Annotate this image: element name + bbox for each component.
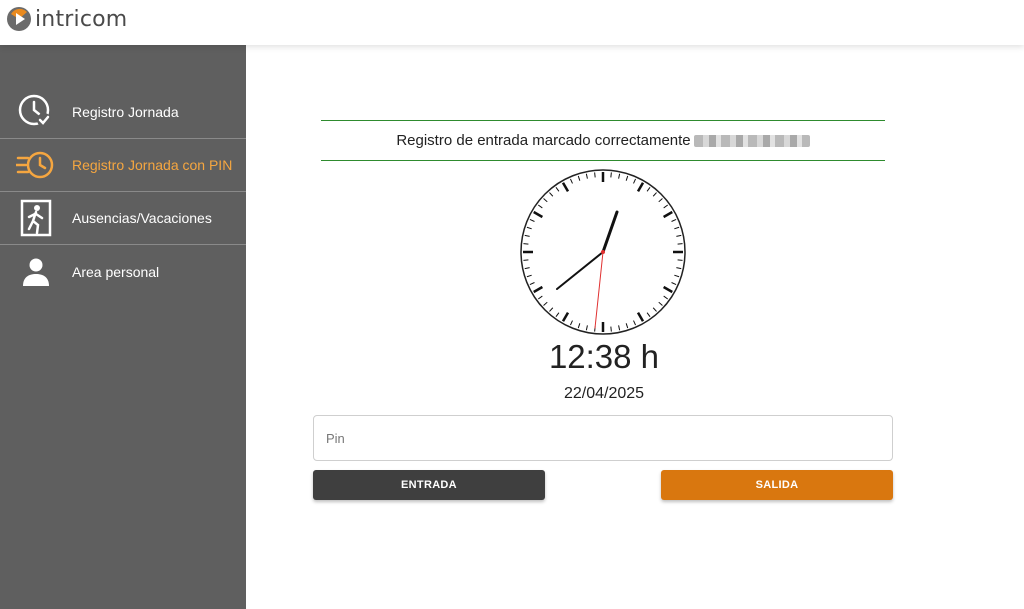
- entrada-button[interactable]: ENTRADA: [313, 470, 545, 500]
- pin-input[interactable]: [313, 415, 893, 461]
- fast-clock-icon: [0, 139, 72, 192]
- person-icon: [0, 245, 72, 298]
- sidebar-item-label: Registro Jornada con PIN: [72, 157, 233, 173]
- sidebar-item-area-personal[interactable]: Area personal: [0, 245, 246, 298]
- sidebar-item-ausencias[interactable]: Ausencias/Vacaciones: [0, 192, 246, 245]
- brand-name: intricom: [35, 6, 128, 32]
- logo-mark-icon: [7, 7, 31, 31]
- sidebar-item-label: Area personal: [72, 263, 160, 280]
- clock-check-icon: [0, 86, 72, 139]
- minute-tick: [594, 172, 596, 178]
- current-date: 22/04/2025: [563, 385, 645, 402]
- success-message: Registro de entrada marcado correctament…: [321, 120, 885, 161]
- success-message-text: Registro de entrada marcado correctament…: [396, 132, 691, 149]
- sidebar-item-registro-jornada-pin[interactable]: Registro Jornada con PIN: [0, 139, 246, 192]
- redacted-name: [693, 134, 810, 147]
- minute-tick: [677, 259, 683, 261]
- minute-tick: [523, 243, 529, 245]
- logo: intricom: [6, 6, 127, 32]
- sidebar-item-label: Ausencias/Vacaciones: [72, 210, 212, 226]
- minute-tick: [610, 172, 612, 178]
- sidebar-item-label: Registro Jornada: [72, 104, 179, 120]
- exit-door-icon: [0, 192, 72, 245]
- salida-button[interactable]: SALIDA: [661, 470, 893, 500]
- minute-tick: [677, 243, 683, 245]
- minute-tick: [523, 259, 529, 261]
- top-bar: intricom: [0, 0, 1024, 45]
- minute-tick: [610, 326, 612, 332]
- sidebar: Registro Jornada Registro Jornada con PI…: [0, 45, 246, 609]
- analog-clock: [520, 169, 686, 335]
- current-time: 12:38 h: [548, 338, 660, 375]
- sidebar-item-registro-jornada[interactable]: Registro Jornada: [0, 86, 246, 139]
- sidebar-nav: Registro Jornada Registro Jornada con PI…: [0, 86, 246, 298]
